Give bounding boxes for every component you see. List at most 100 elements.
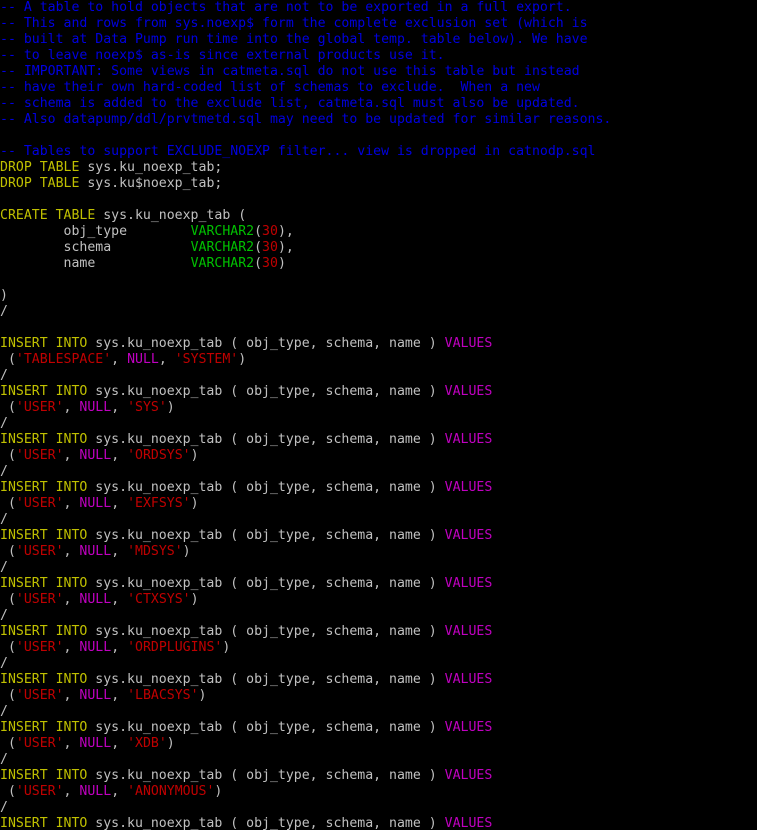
code-token-type: VARCHAR2 (190, 224, 255, 239)
code-token-keyword: DROP TABLE (0, 176, 80, 191)
code-token-text: obj_type (0, 224, 191, 239)
code-token-values-keyword: VALUES (444, 384, 493, 399)
code-line: ('USER', NULL, 'EXFSYS') (0, 496, 757, 512)
code-token-values-keyword: NULL (79, 640, 112, 655)
code-token-keyword: CREATE TABLE (0, 208, 96, 223)
code-line: / (0, 800, 757, 816)
code-line: ('USER', NULL, 'XDB') (0, 736, 757, 752)
code-line: / (0, 704, 757, 720)
code-token-text: ) (190, 592, 199, 607)
code-token-string: 'CTXSYS' (127, 592, 191, 607)
code-line: / (0, 512, 757, 528)
code-line: ('USER', NULL, 'SYS') (0, 400, 757, 416)
code-token-text: / (0, 368, 8, 383)
code-token-text: , (111, 496, 128, 511)
code-token-text: ) (214, 784, 223, 799)
code-line: / (0, 368, 757, 384)
code-token-text: ( (254, 240, 263, 255)
code-editor[interactable]: -- A table to hold objects that are not … (0, 0, 757, 830)
code-token-text: ) (198, 688, 207, 703)
code-token-text: , (63, 640, 80, 655)
code-line: / (0, 752, 757, 768)
code-line: -- have their own hard-coded list of sch… (0, 80, 757, 96)
code-token-values-keyword: VALUES (444, 672, 493, 687)
code-line: ('TABLESPACE', NULL, 'SYSTEM') (0, 352, 757, 368)
code-token-text: sys.ku_noexp_tab ( obj_type, schema, nam… (87, 720, 445, 735)
code-token-text: ) (166, 400, 175, 415)
code-line: INSERT INTO sys.ku_noexp_tab ( obj_type,… (0, 432, 757, 448)
code-token-text: , (63, 592, 80, 607)
code-token-text: , (63, 784, 80, 799)
code-token-string: 'MDSYS' (127, 544, 183, 559)
code-line: -- This and rows from sys.noexp$ form th… (0, 16, 757, 32)
code-token-text: / (0, 304, 8, 319)
code-token-text: sys.ku_noexp_tab ( obj_type, schema, nam… (87, 672, 445, 687)
code-token-string: 'ORDPLUGINS' (127, 640, 223, 655)
code-line: -- Tables to support EXCLUDE_NOEXP filte… (0, 144, 757, 160)
code-token-text: / (0, 800, 8, 815)
code-token-string: 30 (262, 256, 278, 271)
code-token-values-keyword: VALUES (444, 576, 493, 591)
code-token-keyword: DROP TABLE (0, 160, 80, 175)
code-line: INSERT INTO sys.ku_noexp_tab ( obj_type,… (0, 336, 757, 352)
code-token-values-keyword: NULL (79, 736, 112, 751)
code-token-keyword: INSERT INTO (0, 480, 88, 495)
code-token-text: name (0, 256, 191, 271)
code-line: CREATE TABLE sys.ku_noexp_tab ( (0, 208, 757, 224)
code-token-comment: -- This and rows from sys.noexp$ form th… (0, 16, 588, 31)
code-line: -- Also datapump/ddl/prvtmetd.sql may ne… (0, 112, 757, 128)
code-token-text: ) (0, 288, 8, 303)
code-token-keyword: INSERT INTO (0, 432, 88, 447)
code-line: INSERT INTO sys.ku_noexp_tab ( obj_type,… (0, 576, 757, 592)
code-token-string: 'USER' (15, 448, 64, 463)
code-line: DROP TABLE sys.ku_noexp_tab; (0, 160, 757, 176)
code-line: INSERT INTO sys.ku_noexp_tab ( obj_type,… (0, 384, 757, 400)
code-token-text: ( (0, 640, 16, 655)
code-token-values-keyword: VALUES (444, 816, 493, 830)
code-token-comment: -- schema is added to the exclude list, … (0, 96, 580, 111)
code-token-text: ) (238, 352, 247, 367)
code-token-text: , (111, 400, 128, 415)
code-token-values-keyword: VALUES (444, 768, 493, 783)
code-token-string: 'USER' (15, 544, 64, 559)
code-token-string: 'USER' (15, 496, 64, 511)
code-token-text: sys.ku_noexp_tab ( obj_type, schema, nam… (87, 576, 445, 591)
code-line: INSERT INTO sys.ku_noexp_tab ( obj_type,… (0, 624, 757, 640)
code-token-text: ( (0, 448, 16, 463)
code-token-text: , (111, 736, 128, 751)
code-token-text: , (111, 688, 128, 703)
code-token-values-keyword: NULL (79, 448, 112, 463)
code-token-values-keyword: VALUES (444, 720, 493, 735)
code-token-text: sys.ku$noexp_tab; (79, 176, 223, 191)
code-line: obj_type VARCHAR2(30), (0, 224, 757, 240)
code-token-text: ) (222, 640, 231, 655)
code-line: INSERT INTO sys.ku_noexp_tab ( obj_type,… (0, 816, 757, 830)
code-token-string: 'SYSTEM' (174, 352, 239, 367)
code-token-text: ) (166, 736, 175, 751)
code-token-text: , (63, 736, 80, 751)
code-token-values-keyword: NULL (79, 688, 112, 703)
code-token-string: 'SYS' (127, 400, 167, 415)
code-token-text: sys.ku_noexp_tab ( (95, 208, 247, 223)
code-token-values-keyword: VALUES (444, 528, 493, 543)
code-line: -- IMPORTANT: Some views in catmeta.sql … (0, 64, 757, 80)
code-token-text: sys.ku_noexp_tab ( obj_type, schema, nam… (87, 480, 445, 495)
code-token-string: 'USER' (15, 400, 64, 415)
code-token-text: , (111, 784, 128, 799)
code-token-comment: -- A table to hold objects that are not … (0, 0, 572, 15)
code-line: ('USER', NULL, 'MDSYS') (0, 544, 757, 560)
code-line: / (0, 656, 757, 672)
code-token-keyword: INSERT INTO (0, 720, 88, 735)
code-token-text: / (0, 704, 8, 719)
code-line: schema VARCHAR2(30), (0, 240, 757, 256)
code-token-keyword: INSERT INTO (0, 624, 88, 639)
code-token-text: sys.ku_noexp_tab ( obj_type, schema, nam… (87, 816, 445, 830)
code-line: DROP TABLE sys.ku$noexp_tab; (0, 176, 757, 192)
code-line: INSERT INTO sys.ku_noexp_tab ( obj_type,… (0, 768, 757, 784)
code-token-text: ) (190, 496, 199, 511)
code-token-text: sys.ku_noexp_tab; (79, 160, 223, 175)
code-token-text: / (0, 752, 8, 767)
code-token-comment: -- built at Data Pump run time into the … (0, 32, 588, 47)
